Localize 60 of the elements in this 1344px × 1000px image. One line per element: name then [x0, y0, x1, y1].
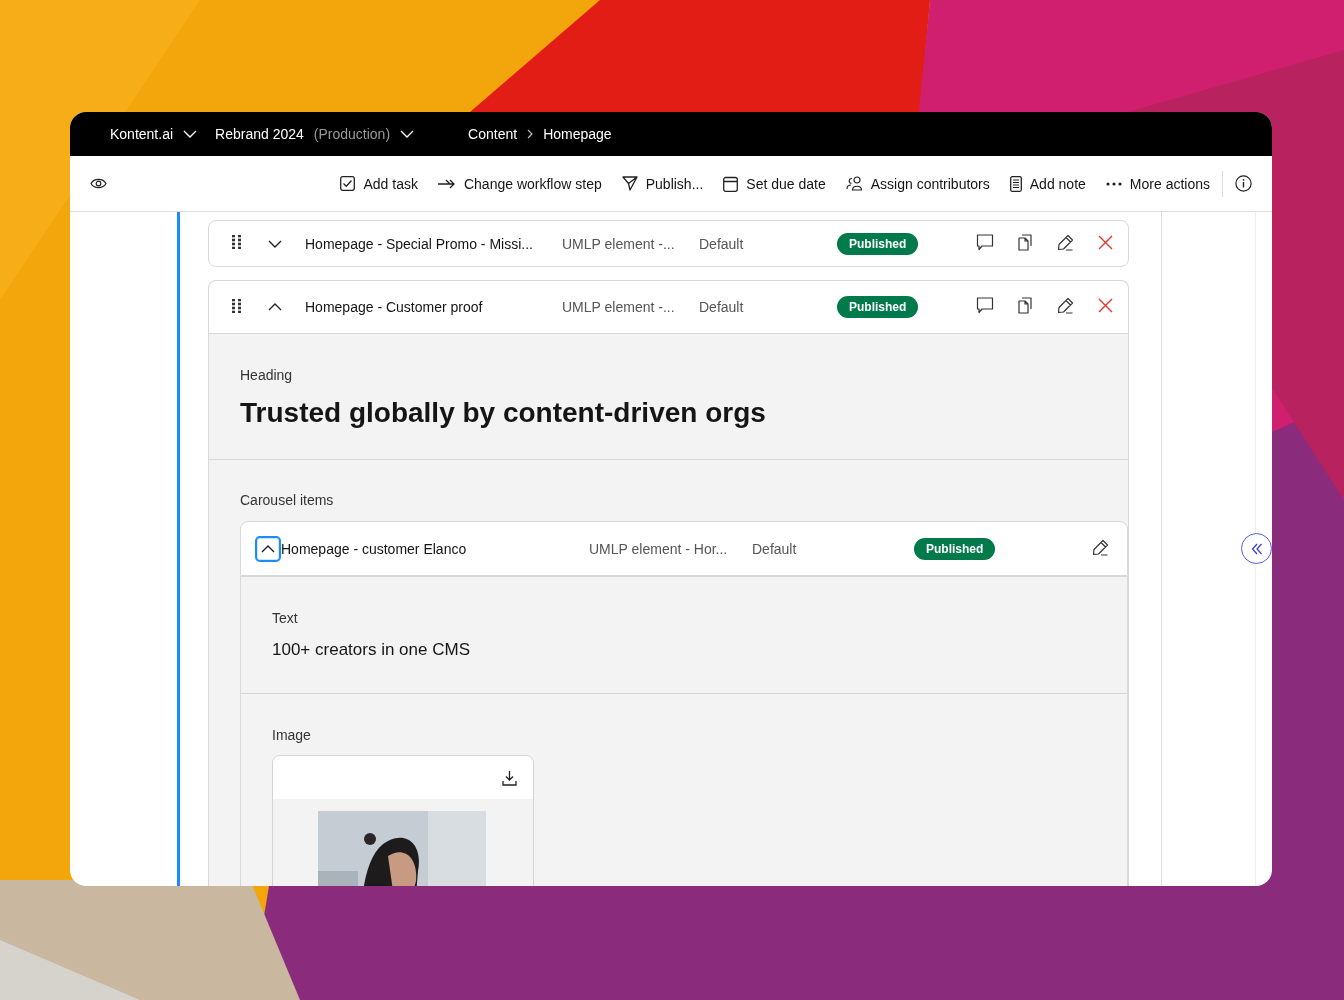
pencil-icon[interactable]	[1056, 233, 1074, 251]
drag-handle-icon[interactable]	[231, 235, 241, 249]
content-type: UMLP element - Hor...	[589, 540, 728, 557]
expand-toggle[interactable]	[255, 535, 281, 562]
item-name: Homepage - Customer proof	[305, 299, 483, 315]
status-badge: Published	[837, 232, 919, 255]
toolbar-action[interactable]: Change workflow step	[437, 175, 602, 192]
collection-name: Default	[699, 299, 744, 315]
environment-note: (Production)	[313, 126, 391, 142]
chevron-icon	[268, 239, 282, 248]
toolbar-action[interactable]: Set due date	[723, 175, 826, 192]
pencil-icon[interactable]	[1091, 538, 1109, 556]
field-label: Text	[272, 610, 299, 626]
pencil-icon[interactable]	[1056, 297, 1074, 314]
chevron-icon	[268, 303, 282, 311]
toolbar-action[interactable]: Add task	[340, 175, 418, 192]
project-name[interactable]: Kontent.ai	[110, 126, 174, 142]
copy-icon[interactable]	[1018, 233, 1032, 251]
paper-plane-icon	[621, 176, 638, 191]
text-value: 100+ creators in one CMS	[272, 640, 471, 660]
status-badge: Published	[837, 296, 919, 318]
chevron-down-icon	[400, 130, 415, 138]
field-label: Heading	[240, 367, 294, 383]
info-icon[interactable]	[1235, 175, 1252, 192]
close-icon[interactable]	[1097, 234, 1113, 250]
close-icon[interactable]	[1097, 298, 1113, 313]
comment-icon[interactable]	[976, 297, 994, 314]
checkbox-icon	[340, 176, 356, 191]
chevron-down-icon	[183, 130, 198, 138]
document-icon	[1009, 175, 1022, 192]
more-icon	[1105, 181, 1122, 186]
toolbar-action[interactable]: Assign contributors	[845, 175, 990, 192]
copy-icon[interactable]	[1018, 297, 1032, 314]
drag-handle-icon[interactable]	[231, 298, 241, 313]
calendar-icon	[723, 175, 739, 192]
eye-icon[interactable]	[90, 178, 107, 189]
field-label: Image	[272, 727, 312, 743]
field-label: Carousel items	[240, 492, 335, 508]
double-arrow-icon	[437, 178, 456, 189]
content-type: UMLP element -...	[562, 299, 675, 315]
collection-name: Default	[699, 235, 744, 252]
item-name: Homepage - customer Elanco	[281, 540, 467, 557]
people-icon	[845, 176, 863, 191]
content-type: UMLP element -...	[562, 235, 675, 252]
toolbar-action[interactable]: More actions	[1105, 175, 1210, 192]
toolbar-action[interactable]: Add note	[1009, 175, 1086, 192]
environment-name[interactable]: Rebrand 2024	[215, 126, 304, 142]
collapse-panel-button[interactable]	[1241, 533, 1272, 564]
heading-value: Trusted globally by content-driven orgs	[240, 397, 767, 429]
double-chevron-icon	[1250, 542, 1263, 555]
breadcrumb-item[interactable]: Content	[468, 126, 518, 142]
item-name: Homepage - Special Promo - Missi...	[305, 235, 533, 252]
breadcrumb-item: Homepage	[543, 126, 612, 142]
chevron-icon	[261, 544, 275, 553]
toolbar-action[interactable]: Publish...	[621, 175, 704, 192]
comment-icon[interactable]	[976, 233, 994, 251]
status-badge: Published	[914, 537, 996, 560]
collection-name: Default	[752, 540, 797, 557]
chevron-right-icon	[527, 129, 534, 139]
download-icon[interactable]	[502, 769, 517, 786]
